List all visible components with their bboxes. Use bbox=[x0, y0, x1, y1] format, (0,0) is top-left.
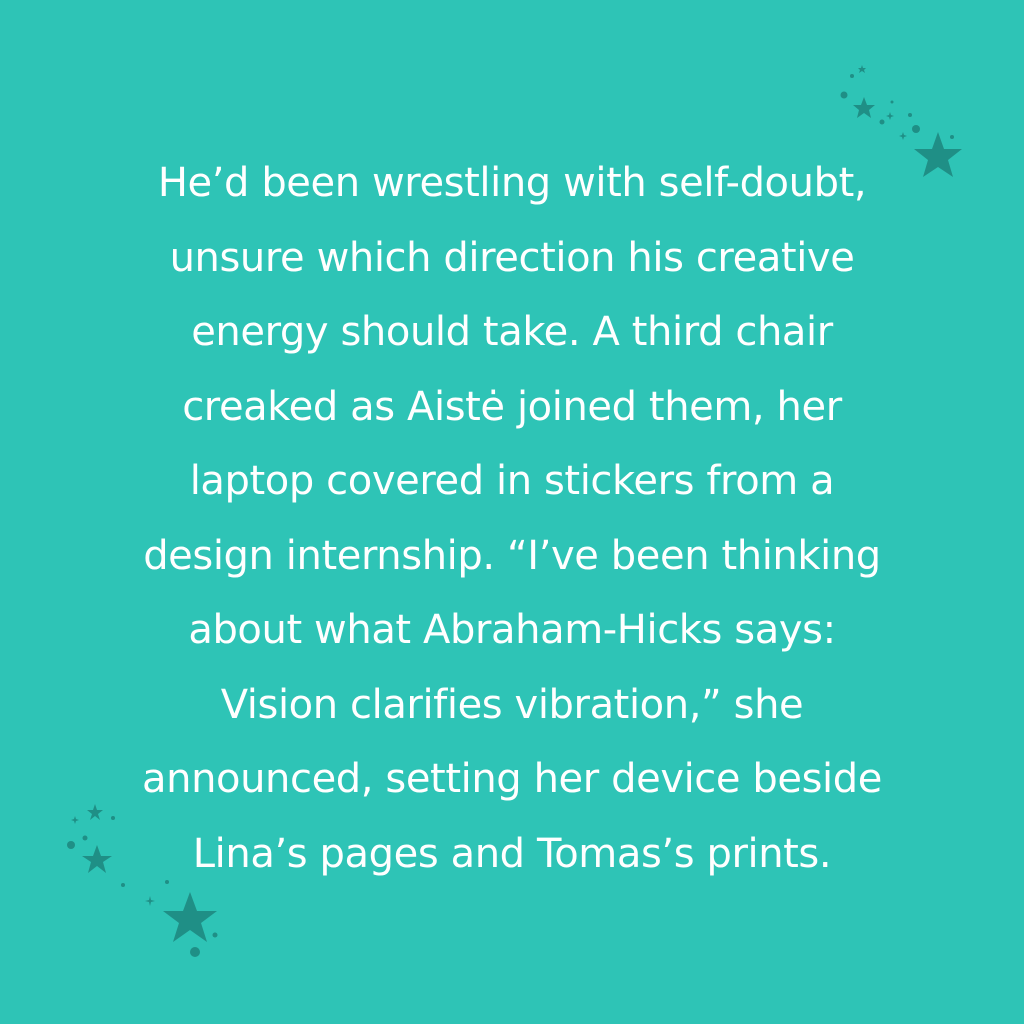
dot-icon bbox=[908, 113, 912, 117]
quote-line: design internship. “I’ve been thinking bbox=[143, 532, 881, 579]
quote-text: He’d been wrestling with self-doubt, uns… bbox=[40, 146, 984, 891]
dot-icon bbox=[950, 135, 954, 139]
quote-line: announced, setting her device beside bbox=[142, 756, 882, 802]
star-icon bbox=[853, 97, 875, 118]
quote-line: Vision clarifies vibration,” she bbox=[220, 681, 804, 728]
dot-icon bbox=[912, 125, 920, 133]
dot-icon bbox=[190, 947, 200, 957]
dot-icon bbox=[840, 91, 848, 99]
quote-line: laptop covered in stickers from a bbox=[189, 458, 835, 504]
quote-line: creaked as Aistė joined them, her bbox=[182, 383, 842, 430]
dot-icon bbox=[850, 74, 854, 78]
quote-line: He’d been wrestling with self-doubt, bbox=[157, 160, 867, 206]
star-icon bbox=[886, 112, 894, 120]
background-panel: He’d been wrestling with self-doubt, uns… bbox=[0, 0, 1024, 1024]
quote-line: unsure which direction his creative bbox=[169, 234, 855, 281]
dot-icon bbox=[890, 100, 894, 104]
quote-line: Lina’s pages and Tomas’s prints. bbox=[192, 830, 832, 877]
star-icon bbox=[899, 132, 907, 140]
star-icon bbox=[163, 892, 217, 942]
star-icon bbox=[858, 65, 866, 73]
dot-icon bbox=[879, 119, 885, 125]
star-icon bbox=[145, 896, 155, 906]
quote-line: energy should take. A third chair bbox=[191, 309, 833, 355]
dot-icon bbox=[212, 932, 218, 938]
quote-line: about what Abraham-Hicks says: bbox=[188, 607, 836, 653]
